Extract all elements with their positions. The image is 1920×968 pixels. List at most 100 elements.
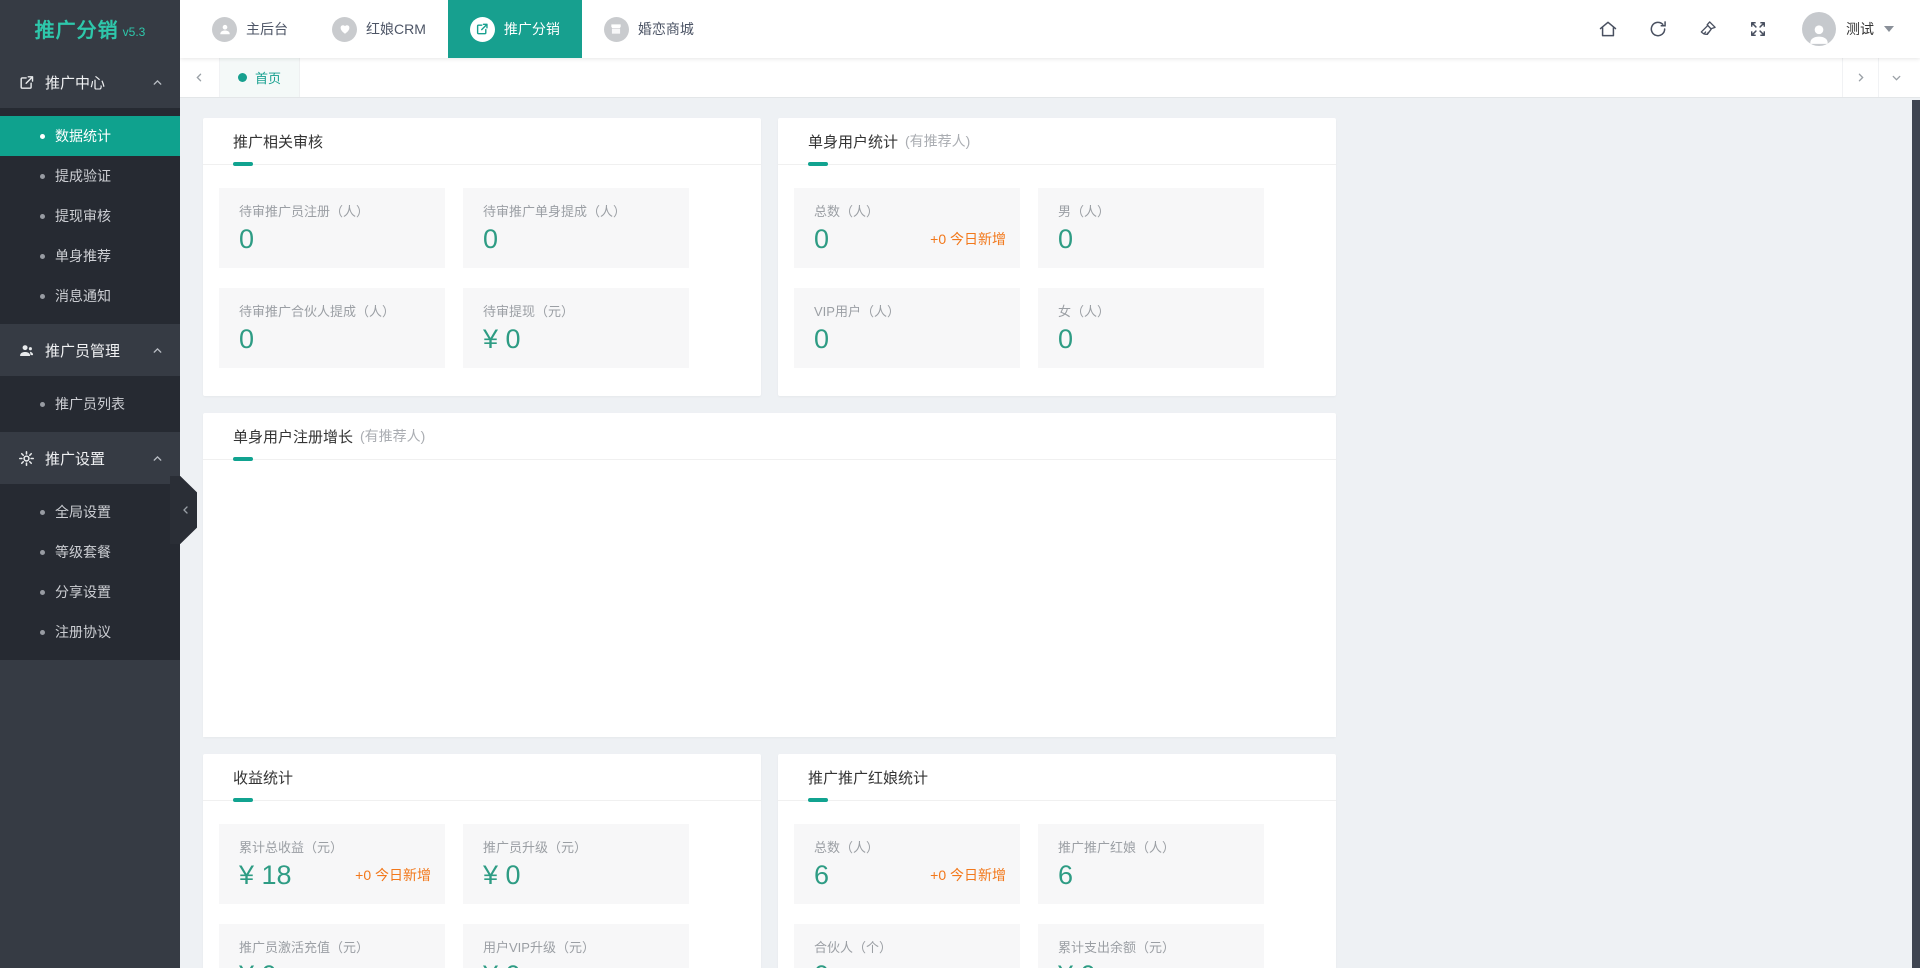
- stat-box: 用户VIP升级（元） ¥ 0: [463, 924, 689, 968]
- submenu-promoter-mgmt: 推广员列表: [0, 376, 180, 432]
- app-tab-label: 主后台: [246, 19, 288, 39]
- stat-label: 合伙人（个）: [814, 937, 1006, 956]
- sidebar-item-share-settings[interactable]: 分享设置: [0, 572, 180, 612]
- sidebar-item-label: 提成验证: [55, 166, 111, 186]
- app-tab-promo-distribution[interactable]: 推广分销: [448, 0, 582, 58]
- sidebar: 推广分销 v5.3 推广中心 数据统计 提成验证 提现审核 单身推荐: [0, 0, 180, 968]
- sidebar-item-data-stats[interactable]: 数据统计: [0, 116, 180, 156]
- stat-box: 累计支出余额（元） ¥ 0: [1038, 924, 1264, 968]
- bullet-dot-icon: [40, 254, 45, 259]
- tab-scroll-right-button[interactable]: [1842, 58, 1878, 97]
- header-actions: 测试: [1598, 12, 1920, 46]
- username: 测试: [1846, 19, 1874, 39]
- card-header: 单身用户统计 (有推荐人): [778, 118, 1336, 165]
- stat-label: 总数（人）: [814, 837, 1006, 856]
- card-row-top: 推广相关审核 待审推广员注册（人） 0 待审推广单身提成（人） 0 待审推广合伙…: [203, 118, 1920, 396]
- card-header: 推广相关审核: [203, 118, 761, 165]
- stat-value: 0: [814, 223, 829, 255]
- stat-value: ¥ 0: [1058, 959, 1096, 968]
- stat-label: 推广推广红娘（人）: [1058, 837, 1250, 856]
- sidebar-group-label: 推广设置: [45, 448, 151, 469]
- home-icon[interactable]: [1598, 19, 1618, 39]
- stat-value: ¥ 18: [239, 859, 292, 891]
- fullscreen-icon[interactable]: [1748, 19, 1768, 39]
- stat-box: 总数（人） 6 +0 今日新增: [794, 824, 1020, 904]
- stat-label: 待审推广单身提成（人）: [483, 201, 675, 220]
- stat-label: 总数（人）: [814, 201, 1006, 220]
- sidebar-item-level-packages[interactable]: 等级套餐: [0, 532, 180, 572]
- stat-value: 0: [239, 223, 254, 255]
- sidebar-item-global-settings[interactable]: 全局设置: [0, 492, 180, 532]
- chevron-right-icon: [1854, 71, 1867, 84]
- sidebar-item-label: 注册协议: [55, 622, 111, 642]
- vertical-scrollbar[interactable]: [1912, 100, 1920, 968]
- sidebar-group-promo-settings[interactable]: 推广设置: [0, 432, 180, 484]
- chevron-down-icon: [1884, 26, 1894, 32]
- stat-box: 待审推广员注册（人） 0: [219, 188, 445, 268]
- card-subtitle: (有推荐人): [905, 131, 970, 151]
- sidebar-item-promoter-list[interactable]: 推广员列表: [0, 384, 180, 424]
- accent-dash: [808, 162, 828, 166]
- sidebar-group-promoter-mgmt[interactable]: 推广员管理: [0, 324, 180, 376]
- sidebar-item-withdraw-audit[interactable]: 提现审核: [0, 196, 180, 236]
- stat-label: 待审推广员注册（人）: [239, 201, 431, 220]
- stat-box: 累计总收益（元） ¥ 18 +0 今日新增: [219, 824, 445, 904]
- tab-home[interactable]: 首页: [220, 58, 300, 97]
- user-menu[interactable]: 测试: [1802, 12, 1894, 46]
- app-tab-marriage-mall[interactable]: 婚恋商城: [582, 0, 716, 58]
- stat-value: 0: [239, 323, 254, 355]
- person-icon: [212, 17, 237, 42]
- stat-box: VIP用户（人） 0: [794, 288, 1020, 368]
- card-income: 收益统计 累计总收益（元） ¥ 18 +0 今日新增 推广员升级（元） ¥ 0: [203, 754, 761, 968]
- store-icon: [604, 17, 629, 42]
- stat-label: VIP用户（人）: [814, 301, 1006, 320]
- app-tab-label: 红娘CRM: [366, 19, 426, 39]
- stat-value: 6: [814, 859, 829, 891]
- stat-box: 待审提现（元） ¥ 0: [463, 288, 689, 368]
- sidebar-item-single-recommend[interactable]: 单身推荐: [0, 236, 180, 276]
- stat-box: 待审推广单身提成（人） 0: [463, 188, 689, 268]
- sidebar-group-label: 推广中心: [45, 72, 151, 93]
- sidebar-item-label: 分享设置: [55, 582, 111, 602]
- sidebar-item-commission-verify[interactable]: 提成验证: [0, 156, 180, 196]
- bullet-dot-icon: [40, 134, 45, 139]
- chevron-up-icon: [151, 76, 164, 89]
- sidebar-item-message-notify[interactable]: 消息通知: [0, 276, 180, 316]
- stat-value: ¥ 0: [483, 323, 521, 355]
- app-tab-matchmaker-crm[interactable]: 红娘CRM: [310, 0, 448, 58]
- stat-label: 累计总收益（元）: [239, 837, 431, 856]
- stat-box: 推广推广红娘（人） 6: [1038, 824, 1264, 904]
- stat-value: ¥ 0: [483, 859, 521, 891]
- sidebar-item-register-agreement[interactable]: 注册协议: [0, 612, 180, 652]
- bullet-dot-icon: [40, 630, 45, 635]
- stat-value: ¥ 0: [483, 959, 521, 968]
- card-header: 单身用户注册增长 (有推荐人): [203, 413, 1336, 460]
- clean-cache-icon[interactable]: [1698, 19, 1718, 39]
- sidebar-group-promo-center[interactable]: 推广中心: [0, 56, 180, 108]
- bullet-dot-icon: [40, 402, 45, 407]
- card-header: 推广推广红娘统计: [778, 754, 1336, 801]
- users-icon: [18, 342, 35, 359]
- tab-scroll-left-button[interactable]: [180, 58, 220, 97]
- chevron-left-icon: [180, 504, 192, 516]
- stat-box: 推广员激活充值（元） ¥ 0: [219, 924, 445, 968]
- refresh-icon[interactable]: [1648, 19, 1668, 39]
- card-body: 总数（人） 0 +0 今日新增 男（人） 0 VIP用户（人） 0: [778, 165, 1336, 368]
- avatar: [1802, 12, 1836, 46]
- card-single-users: 单身用户统计 (有推荐人) 总数（人） 0 +0 今日新增 男（人） 0: [778, 118, 1336, 396]
- bullet-dot-icon: [40, 550, 45, 555]
- card-audit: 推广相关审核 待审推广员注册（人） 0 待审推广单身提成（人） 0 待审推广合伙…: [203, 118, 761, 396]
- sidebar-item-label: 单身推荐: [55, 246, 111, 266]
- sidebar-item-label: 等级套餐: [55, 542, 111, 562]
- bullet-dot-icon: [40, 510, 45, 515]
- app-tab-main-backend[interactable]: 主后台: [190, 0, 310, 58]
- bullet-dot-icon: [40, 214, 45, 219]
- card-header: 收益统计: [203, 754, 761, 801]
- share-icon: [470, 17, 495, 42]
- app-logo: 推广分销 v5.3: [0, 0, 180, 56]
- accent-dash: [808, 798, 828, 802]
- bullet-dot-icon: [40, 590, 45, 595]
- tab-options-button[interactable]: [1878, 58, 1914, 97]
- card-body: 累计总收益（元） ¥ 18 +0 今日新增 推广员升级（元） ¥ 0 推广员激活…: [203, 801, 761, 968]
- card-title: 收益统计: [233, 767, 293, 788]
